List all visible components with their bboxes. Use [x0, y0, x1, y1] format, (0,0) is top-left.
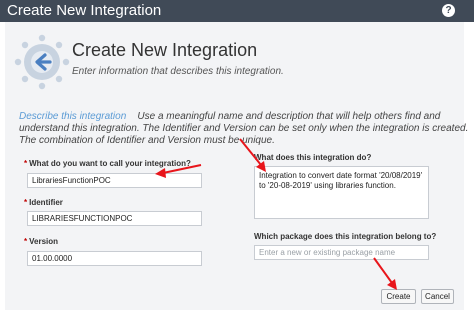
- version-label: * Version: [24, 237, 58, 246]
- package-label: Which package does this integration belo…: [254, 232, 437, 241]
- help-icon[interactable]: ?: [442, 4, 455, 17]
- title-bar: Create New Integration ?: [0, 0, 474, 22]
- purpose-textarea[interactable]: Integration to convert date format '20/0…: [254, 166, 429, 219]
- page-title: Create New Integration: [72, 40, 258, 60]
- description-block: Describe this integration Use a meaningf…: [19, 111, 469, 147]
- identifier-label: * Identifier: [24, 198, 63, 207]
- identifier-input[interactable]: LIBRARIESFUNCTIONPOC: [27, 211, 202, 226]
- version-label-text: Version: [29, 237, 59, 246]
- name-label-text: What do you want to call your integratio…: [29, 159, 191, 168]
- name-label: * What do you want to call your integrati…: [24, 159, 191, 168]
- identifier-label-text: Identifier: [29, 198, 63, 207]
- required-marker: *: [24, 237, 28, 246]
- create-button[interactable]: Create: [381, 289, 416, 304]
- integration-name-input[interactable]: LibrariesFunctionPOC: [27, 173, 202, 188]
- window-title: Create New Integration: [7, 2, 162, 19]
- purpose-label: What does this integration do?: [254, 153, 372, 162]
- required-marker: *: [24, 159, 28, 168]
- required-marker: *: [24, 198, 28, 207]
- package-input[interactable]: Enter a new or existing package name: [254, 245, 429, 260]
- version-input[interactable]: 01.00.0000: [27, 251, 202, 266]
- page-subtitle: Enter information that describes this in…: [72, 66, 284, 77]
- cancel-button[interactable]: Cancel: [421, 289, 454, 304]
- description-lead: Describe this integration: [19, 111, 127, 122]
- integration-logo-icon: [14, 34, 70, 90]
